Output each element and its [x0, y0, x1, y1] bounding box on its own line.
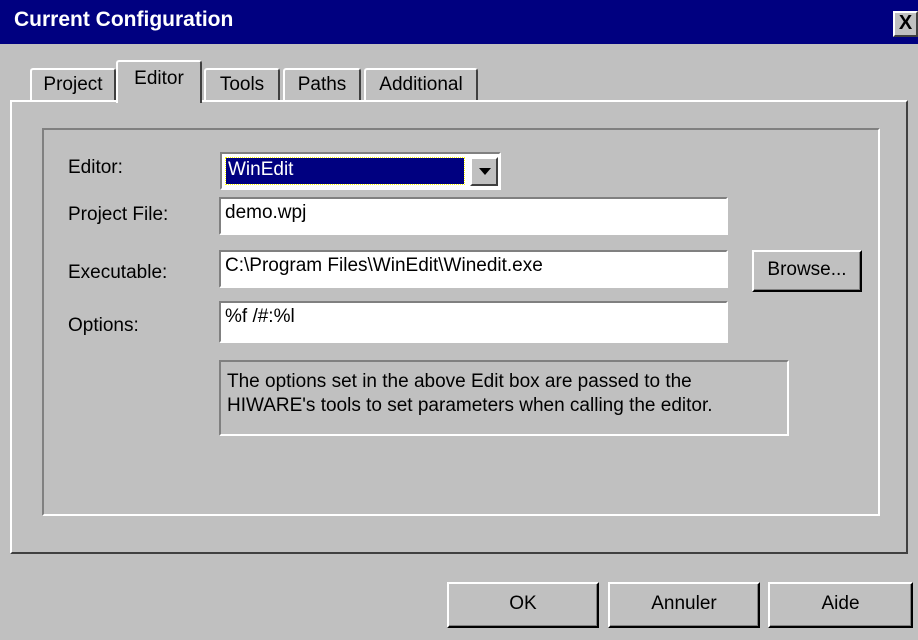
tab-additional[interactable]: Additional: [364, 68, 478, 100]
help-button[interactable]: Aide: [768, 582, 913, 628]
tab-additional-label: Additional: [379, 74, 463, 95]
editor-select[interactable]: WinEdit: [220, 152, 501, 190]
tab-paths-label: Paths: [297, 74, 347, 95]
project-file-field[interactable]: demo.wpj: [219, 197, 728, 235]
info-line-1: The options set in the above Edit box ar…: [227, 371, 692, 392]
editor-label: Editor:: [68, 157, 123, 178]
browse-button[interactable]: Browse...: [752, 250, 862, 292]
executable-label: Executable:: [68, 262, 168, 283]
info-line-2: HIWARE's tools to set parameters when ca…: [227, 395, 713, 416]
tab-paths[interactable]: Paths: [283, 68, 361, 100]
tab-editor-label: Editor: [134, 68, 184, 89]
close-icon: X: [898, 12, 913, 34]
project-file-label: Project File:: [68, 204, 169, 225]
tab-project[interactable]: Project: [30, 68, 116, 100]
close-button[interactable]: X: [893, 11, 918, 37]
options-info-box: The options set in the above Edit box ar…: [219, 360, 789, 436]
options-field[interactable]: %f /#:%l: [219, 301, 728, 343]
ok-button[interactable]: OK: [447, 582, 599, 628]
chevron-down-icon: [479, 168, 491, 175]
tab-tools-label: Tools: [219, 74, 265, 95]
tab-project-label: Project: [43, 74, 103, 95]
executable-field[interactable]: C:\Program Files\WinEdit\Winedit.exe: [219, 250, 728, 288]
options-label: Options:: [68, 315, 139, 336]
editor-selected-value: WinEdit: [225, 157, 465, 185]
tab-editor[interactable]: Editor: [116, 60, 202, 103]
title-bar: Current Configuration: [0, 0, 918, 44]
cancel-button[interactable]: Annuler: [608, 582, 760, 628]
dropdown-button[interactable]: [470, 157, 498, 186]
window-title: Current Configuration: [14, 8, 234, 31]
tab-tools[interactable]: Tools: [204, 68, 280, 100]
